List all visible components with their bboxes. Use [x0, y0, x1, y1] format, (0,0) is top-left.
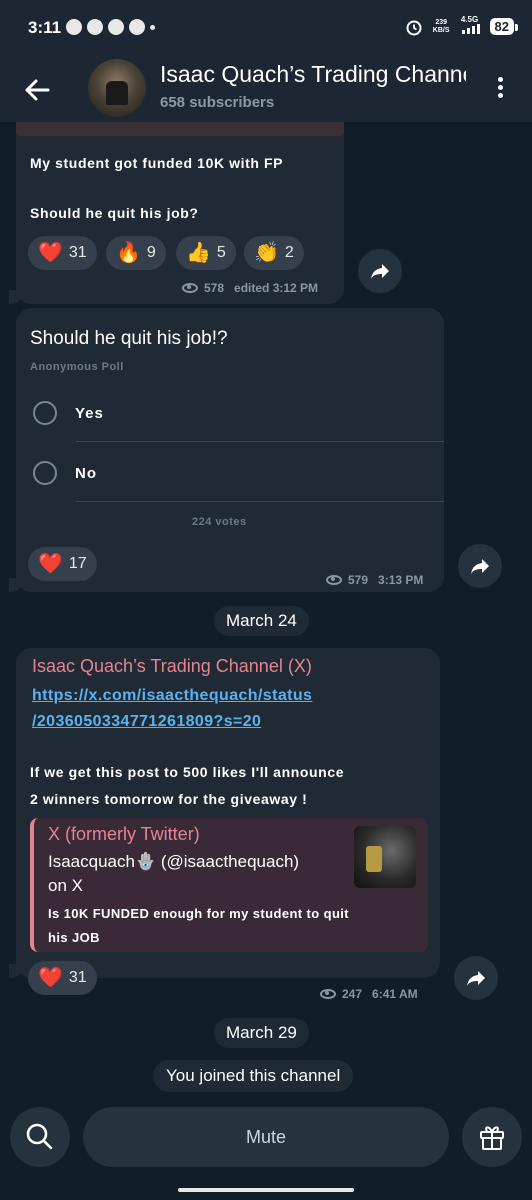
poll-votes: 224 votes — [192, 516, 247, 528]
message-text-line: Should he quit his job? — [30, 205, 199, 221]
reaction-heart[interactable]: ❤️ 31 — [28, 236, 97, 270]
message-text-line: If we get this post to 500 likes I'll an… — [30, 764, 345, 780]
poll-option-yes[interactable]: Yes — [33, 401, 104, 425]
back-button[interactable] — [18, 70, 58, 110]
gift-icon — [480, 1126, 504, 1150]
share-icon — [371, 264, 389, 279]
reaction-heart[interactable]: ❤️ 31 — [28, 961, 97, 995]
message-source-title: Isaac Quach’s Trading Channel (X) — [32, 656, 312, 676]
reaction-thumbs-up[interactable]: 👍 5 — [176, 236, 236, 270]
clap-icon: 👏 — [254, 242, 279, 264]
poll-question: Should he quit his job!? — [30, 328, 228, 349]
message-meta: 579 3:13 PM — [326, 573, 423, 587]
thumbs-up-icon: 👍 — [186, 242, 211, 264]
fire-icon: 🔥 — [116, 242, 141, 264]
battery-indicator: 82 — [489, 18, 519, 35]
net-speed: 239 KB/S — [432, 18, 450, 34]
reaction-fire[interactable]: 🔥 9 — [106, 236, 166, 270]
share-button[interactable] — [458, 544, 502, 588]
radio-icon — [33, 461, 57, 485]
heart-icon: ❤️ — [38, 967, 63, 989]
preview-site-name: X (formerly Twitter) — [48, 824, 200, 844]
chat-icon — [108, 19, 124, 35]
bottom-bar: Mute — [0, 1104, 532, 1200]
channel-title[interactable]: Isaac Quach’s Trading Channel — [160, 61, 466, 88]
back-arrow-icon — [25, 79, 50, 101]
message-meta: 578 edited 3:12 PM — [182, 281, 318, 295]
network-indicator: 4.5G — [460, 16, 480, 37]
reaction-clap[interactable]: 👏 2 — [244, 236, 304, 270]
message-link[interactable]: /2036050334771261809?s=20 — [32, 708, 261, 735]
heart-icon: ❤️ — [38, 242, 63, 264]
preview-author: Isaacquach🪬 (@isaacthequach) on X — [48, 852, 300, 895]
poll-type: Anonymous Poll — [30, 361, 124, 373]
message-meta: 247 6:41 AM — [320, 987, 418, 1001]
alarm-icon — [406, 20, 422, 35]
gift-button[interactable] — [462, 1107, 522, 1167]
message-image[interactable] — [16, 122, 344, 136]
divider — [76, 441, 444, 442]
share-button[interactable] — [358, 249, 402, 293]
link-preview[interactable]: X (formerly Twitter) Isaacquach🪬 (@isaac… — [30, 818, 428, 952]
more-notifications-icon — [150, 24, 155, 30]
channel-avatar[interactable] — [88, 59, 146, 117]
app-notification-icon — [66, 19, 82, 35]
date-separator: March 24 — [214, 606, 309, 636]
signal-icon — [461, 24, 480, 34]
more-menu-button[interactable] — [488, 74, 512, 104]
share-button[interactable] — [454, 956, 498, 1000]
preview-thumbnail — [354, 826, 416, 888]
date-separator: March 29 — [214, 1018, 309, 1048]
snapchat-icon — [129, 19, 145, 35]
heart-icon: ❤️ — [38, 553, 63, 575]
whatsapp-icon — [87, 19, 103, 35]
status-bar: 3:11 239 KB/S 4.5G 82 — [0, 0, 532, 56]
eye-icon — [326, 575, 342, 585]
share-icon — [471, 559, 489, 574]
channel-header: Isaac Quach’s Trading Channel 658 subscr… — [0, 56, 532, 122]
eye-icon — [182, 283, 198, 293]
message-link[interactable]: https://x.com/isaacthequach/status — [32, 682, 312, 709]
divider — [76, 501, 444, 502]
message-text-line: My student got funded 10K with FP — [30, 155, 284, 171]
mute-button[interactable]: Mute — [83, 1107, 449, 1167]
preview-description: Is 10K FUNDED enough for my student to q… — [48, 906, 350, 945]
subscriber-count: 658 subscribers — [160, 94, 275, 111]
system-message-joined: You joined this channel — [153, 1060, 354, 1092]
status-time: 3:11 — [28, 18, 62, 37]
home-indicator[interactable] — [178, 1188, 354, 1192]
share-icon — [467, 971, 485, 986]
radio-icon — [33, 401, 57, 425]
search-button[interactable] — [10, 1107, 70, 1167]
search-icon — [26, 1123, 53, 1150]
chat-area[interactable]: My student got funded 10K with FP Should… — [0, 122, 532, 1104]
notification-icons — [66, 19, 155, 35]
poll-option-no[interactable]: No — [33, 461, 97, 485]
eye-icon — [320, 989, 336, 999]
status-right: 239 KB/S 4.5G 82 — [405, 16, 519, 37]
reaction-heart[interactable]: ❤️ 17 — [28, 547, 97, 581]
message-text-line: 2 winners tomorrow for the giveaway ! — [30, 791, 308, 807]
more-vert-icon — [497, 77, 503, 82]
